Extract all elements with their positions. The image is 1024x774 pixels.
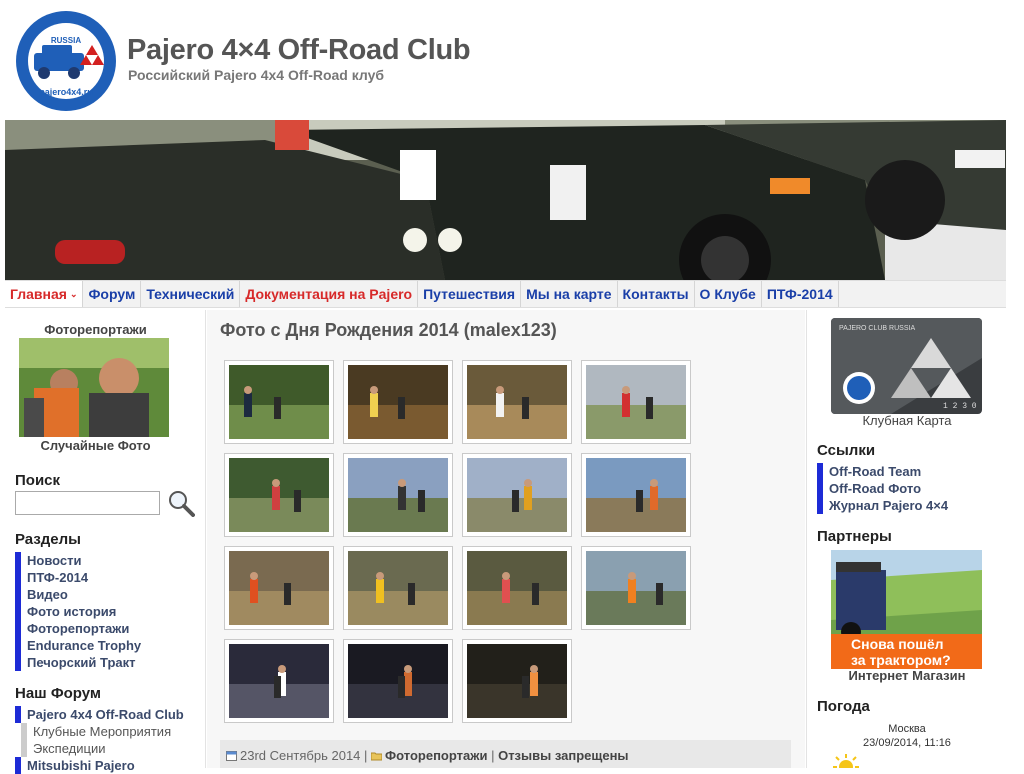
post-meta: 23rd Сентябрь 2014 | Фоторепортажи | Отз… (220, 740, 791, 768)
forum-link-mitsubishi-pajero[interactable]: Mitsubishi Pajero (15, 757, 184, 774)
gallery-thumbnail[interactable] (462, 360, 572, 444)
nav-item-technical[interactable]: Технический (141, 281, 241, 307)
sections-widget-title: Разделы (15, 531, 81, 548)
links-widget-title: Ссылки (817, 442, 876, 459)
partner-caption[interactable]: Интернет Магазин (807, 668, 1007, 683)
nav-item-ptf-2014[interactable]: ПТФ-2014 (762, 281, 839, 307)
nav-item-documentation-label: Документация на Pajero (245, 286, 413, 302)
section-link-video[interactable]: Видео (15, 586, 141, 603)
nav-item-home-label: Главная (10, 286, 67, 302)
site-subtitle: Российский Pajero 4x4 Off-Road клуб (128, 67, 385, 83)
forum-link-club[interactable]: Pajero 4x4 Off-Road Club (15, 706, 184, 723)
main-nav: Главная ⌄ Форум Технический Документация… (5, 280, 1006, 308)
gallery-thumbnail[interactable] (343, 453, 453, 537)
nav-item-forum[interactable]: Форум (83, 281, 142, 307)
link-offroad-team[interactable]: Off-Road Team (817, 463, 948, 480)
section-link-photo-history[interactable]: Фото история (15, 603, 141, 620)
gallery-thumbnail[interactable] (343, 546, 453, 630)
section-link-ptf-2014[interactable]: ПТФ-2014 (15, 569, 141, 586)
weather-time: 23/09/2014, 11:16 (863, 737, 951, 749)
nav-item-map[interactable]: Мы на карте (521, 281, 618, 307)
section-link-pechorsky-trakt[interactable]: Печорский Тракт (15, 654, 141, 671)
search-input[interactable] (15, 491, 160, 515)
left-sidebar: Фоторепортажи Случайные Фото Поиск Разде… (5, 310, 206, 774)
section-link-endurance-trophy[interactable]: Endurance Trophy (15, 637, 141, 654)
gallery-thumbnail[interactable] (581, 546, 691, 630)
main-content: Фото с Дня Рождения 2014 (malex123) 23rd… (207, 310, 805, 768)
site-logo[interactable]: RUSSIA pajero4x4.ru (14, 9, 118, 113)
random-photos-caption[interactable]: Случайные Фото (5, 438, 186, 453)
search-widget-title: Поиск (15, 472, 61, 489)
partners-widget-title: Партнеры (817, 528, 892, 545)
link-pajero-magazine[interactable]: Журнал Pajero 4×4 (817, 497, 948, 514)
partner-banner-line2: за трактором? (851, 652, 951, 668)
gallery-thumbnail[interactable] (343, 360, 453, 444)
nav-item-technical-label: Технический (146, 286, 235, 302)
weather-widget-title: Погода (817, 698, 870, 715)
search-icon[interactable] (167, 489, 195, 517)
gallery-thumbnail[interactable] (224, 453, 334, 537)
gallery-thumbnail[interactable] (224, 546, 334, 630)
header-banner-image (5, 120, 1006, 280)
meta-separator: | (364, 748, 368, 763)
sun-icon (831, 752, 861, 768)
partner-banner-line1: Снова пошёл (851, 636, 944, 652)
weather-widget: Москва 23/09/2014, 11:16 (827, 722, 987, 750)
nav-item-travel[interactable]: Путешествия (418, 281, 522, 307)
gallery-thumbnail[interactable] (343, 639, 453, 723)
right-sidebar: PAJERO CLUB RUSSIA 1 2 3 0 Клубная Карта… (806, 310, 1006, 768)
nav-item-forum-label: Форум (88, 286, 136, 302)
partner-banner-text: Снова пошёл за трактором? (831, 634, 982, 669)
weather-city: Москва (888, 723, 926, 735)
forum-link-expeditions[interactable]: Экспедиции (21, 740, 184, 757)
club-card-image[interactable]: PAJERO CLUB RUSSIA 1 2 3 0 (831, 318, 982, 414)
nav-item-map-label: Мы на карте (526, 286, 612, 302)
nav-item-contacts-label: Контакты (622, 286, 689, 302)
post-title[interactable]: Фото с Дня Рождения 2014 (malex123) (220, 320, 557, 341)
nav-item-documentation[interactable]: Документация на Pajero (240, 281, 419, 307)
gallery-thumbnail[interactable] (224, 639, 334, 723)
svg-text:pajero4x4.ru: pajero4x4.ru (39, 87, 93, 97)
gallery-thumbnail[interactable] (581, 453, 691, 537)
section-link-photoreports[interactable]: Фоторепортажи (15, 620, 141, 637)
forum-widget-title: Наш Форум (15, 685, 102, 702)
svg-text:RUSSIA: RUSSIA (51, 36, 81, 45)
sections-list: Новости ПТФ-2014 Видео Фото история Фото… (15, 552, 141, 671)
nav-item-travel-label: Путешествия (423, 286, 516, 302)
site-title[interactable]: Pajero 4×4 Off-Road Club (127, 34, 471, 67)
gallery-thumbnail[interactable] (224, 360, 334, 444)
post-comments-status: Отзывы запрещены (498, 748, 629, 763)
nav-item-about[interactable]: О Клубе (695, 281, 762, 307)
gallery-thumbnail[interactable] (581, 360, 691, 444)
folder-icon (370, 749, 383, 761)
chevron-down-icon: ⌄ (69, 289, 78, 299)
partner-banner-image[interactable]: Снова пошёл за трактором? (831, 550, 982, 669)
forum-link-club-events[interactable]: Клубные Мероприятия (21, 723, 184, 740)
nav-item-home[interactable]: Главная ⌄ (5, 281, 84, 307)
nav-item-about-label: О Клубе (699, 286, 756, 302)
gallery-thumbnail[interactable] (462, 639, 572, 723)
nav-item-contacts[interactable]: Контакты (618, 281, 695, 307)
post-date: 23rd Сентябрь 2014 (240, 748, 361, 763)
svg-text:1 2 3 0: 1 2 3 0 (943, 402, 977, 411)
forum-list: Pajero 4x4 Off-Road Club Клубные Меропри… (15, 706, 184, 774)
meta-separator: | (491, 748, 495, 763)
post-category-link[interactable]: Фоторепортажи (385, 748, 487, 763)
link-offroad-photo[interactable]: Off-Road Фото (817, 480, 948, 497)
links-list: Off-Road Team Off-Road Фото Журнал Pajer… (817, 463, 948, 514)
random-photo-image[interactable] (19, 338, 169, 437)
club-card-caption[interactable]: Клубная Карта (807, 413, 1007, 428)
gallery-thumbnail[interactable] (462, 453, 572, 537)
svg-text:PAJERO CLUB RUSSIA: PAJERO CLUB RUSSIA (839, 325, 915, 332)
photoreports-widget-title: Фоторепортажи (44, 322, 147, 337)
calendar-icon (226, 749, 237, 761)
section-link-news[interactable]: Новости (15, 552, 141, 569)
gallery-thumbnail[interactable] (462, 546, 572, 630)
nav-item-ptf-2014-label: ПТФ-2014 (766, 286, 833, 302)
